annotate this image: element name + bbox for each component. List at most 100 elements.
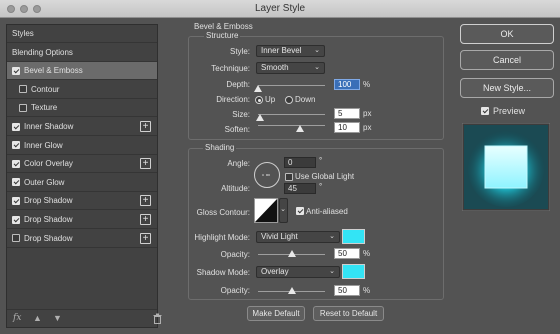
sidebar-item-drop-shadow[interactable]: Drop Shadow + [7, 192, 157, 211]
highlight-color-swatch[interactable] [342, 229, 365, 244]
new-style-button[interactable]: New Style... [460, 78, 554, 98]
sidebar-item-label: Drop Shadow [24, 196, 73, 206]
direction-down-radio[interactable] [285, 96, 293, 104]
shadow-opacity-label: Opacity: [220, 286, 250, 295]
angle-unit: ° [319, 156, 323, 165]
depth-slider[interactable] [258, 85, 325, 86]
direction-up-radio[interactable] [255, 96, 263, 104]
shading-heading: Shading [203, 143, 237, 152]
technique-select[interactable]: Smooth ⌄ [256, 62, 325, 74]
sidebar-item-color-overlay[interactable]: Color Overlay + [7, 155, 157, 174]
highlight-opacity-label: Opacity: [220, 250, 250, 259]
direction-label: Direction: [216, 95, 250, 104]
sidebar-checkbox-drop-shadow[interactable] [12, 196, 20, 205]
size-field[interactable]: 5 [334, 108, 360, 119]
sidebar-item-label: Styles [12, 29, 34, 38]
size-slider[interactable] [258, 114, 325, 115]
fx-button[interactable]: fx [13, 313, 21, 323]
highlight-mode-select[interactable]: Vivid Light ⌄ [256, 231, 340, 243]
shadow-mode-select[interactable]: Overlay ⌄ [256, 266, 340, 278]
soften-slider-thumb[interactable] [296, 125, 304, 132]
sidebar-item-texture[interactable]: Texture [7, 99, 157, 118]
global-light-label[interactable]: Use Global Light [295, 172, 354, 181]
size-label: Size: [232, 110, 250, 119]
sidebar-item-label: Inner Glow [24, 140, 63, 150]
sidebar-checkbox-contour[interactable] [19, 85, 27, 94]
technique-label: Technique: [211, 64, 250, 73]
sidebar-item-label: Texture [31, 103, 58, 113]
global-light-checkbox[interactable] [285, 173, 293, 181]
sidebar-item-inner-shadow[interactable]: Inner Shadow + [7, 118, 157, 136]
layer-style-dialog: Layer Style Styles Blending Options Bevel … [0, 0, 560, 334]
add-effect-plus-icon[interactable]: + [140, 121, 151, 132]
add-effect-plus-icon[interactable]: + [140, 158, 151, 170]
sidebar-checkbox-outer-glow[interactable] [12, 178, 20, 187]
highlight-mode-label: Highlight Mode: [194, 233, 250, 242]
preview-label[interactable]: Preview [493, 106, 525, 116]
shadow-mode-label: Shadow Mode: [196, 268, 250, 277]
add-effect-plus-icon[interactable]: + [140, 232, 151, 244]
sidebar-item-outer-glow[interactable]: Outer Glow [7, 174, 157, 192]
sidebar-item-label: Contour [31, 84, 60, 94]
shadow-color-swatch[interactable] [342, 264, 365, 279]
sidebar-checkbox-inner-glow[interactable] [12, 141, 20, 150]
trash-icon-graphic[interactable] [153, 313, 162, 324]
angle-field[interactable]: 0 [284, 157, 316, 168]
sidebar-checkbox-color-overlay[interactable] [12, 159, 20, 168]
title-bar: Layer Style [0, 0, 560, 18]
sidebar-item-contour[interactable]: Contour [7, 81, 157, 99]
sidebar-item-label: Blending Options [12, 47, 73, 57]
sidebar-item-blending-options[interactable]: Blending Options [7, 44, 157, 62]
sidebar-item-drop-shadow[interactable]: Drop Shadow + [7, 211, 157, 229]
antialiased-checkbox[interactable] [296, 207, 304, 215]
add-effect-plus-icon[interactable]: + [140, 214, 151, 225]
depth-slider-thumb[interactable] [254, 85, 262, 92]
sidebar-checkbox-bevel-emboss[interactable] [12, 66, 20, 75]
make-default-button[interactable]: Make Default [247, 306, 305, 321]
soften-field[interactable]: 10 [334, 122, 360, 133]
sidebar-item-styles[interactable]: Styles [7, 25, 157, 43]
sidebar-item-label: Outer Glow [24, 177, 65, 187]
shadow-opacity-unit: % [363, 286, 371, 295]
sidebar-item-label: Bevel & Emboss [24, 66, 83, 76]
sidebar-item-inner-glow[interactable]: Inner Glow [7, 137, 157, 155]
gloss-contour-dropdown[interactable]: ⌄ [279, 198, 288, 223]
soften-unit: px [363, 123, 372, 132]
sidebar-item-label: Color Overlay [24, 159, 73, 169]
antialiased-label[interactable]: Anti-aliased [306, 207, 348, 216]
shadow-opacity-thumb[interactable] [288, 287, 296, 294]
altitude-field[interactable]: 45 [284, 183, 316, 194]
soften-slider[interactable] [258, 125, 325, 126]
depth-field[interactable]: 100 [334, 79, 360, 90]
angle-dial[interactable] [253, 161, 281, 189]
sidebar-item-bevel-emboss[interactable]: Bevel & Emboss [7, 62, 157, 81]
sidebar-checkbox-drop-shadow[interactable] [12, 215, 20, 224]
size-unit: px [363, 109, 372, 118]
sidebar-item-drop-shadow[interactable]: Drop Shadow + [7, 230, 157, 248]
direction-down-label[interactable]: Down [295, 95, 315, 104]
sidebar-checkbox-drop-shadow[interactable] [12, 234, 20, 243]
style-list-panel: Styles Blending Options Bevel & Emboss Cont… [6, 24, 162, 328]
style-preview-thumbnail [462, 123, 550, 211]
bevel-emboss-heading: Bevel & Emboss [194, 22, 253, 31]
cancel-button[interactable]: Cancel [460, 50, 554, 70]
highlight-opacity-field[interactable]: 50 [334, 248, 360, 259]
arrow-down-icon[interactable]: ▼ [53, 313, 62, 323]
direction-up-label[interactable]: Up [265, 95, 275, 104]
gloss-contour-swatch[interactable] [254, 198, 278, 223]
sidebar-item-label: Inner Shadow [24, 122, 74, 131]
shadow-opacity-field[interactable]: 50 [334, 285, 360, 296]
style-select[interactable]: Inner Bevel ⌄ [256, 45, 325, 57]
sidebar-checkbox-inner-shadow[interactable] [12, 122, 20, 131]
arrow-up-icon[interactable]: ▲ [33, 313, 42, 323]
structure-heading: Structure [204, 31, 241, 40]
ok-button[interactable]: OK [460, 24, 554, 44]
add-effect-plus-icon[interactable]: + [140, 195, 151, 207]
sidebar-checkbox-texture[interactable] [19, 103, 27, 112]
reset-to-default-button[interactable]: Reset to Default [313, 306, 384, 321]
highlight-opacity-thumb[interactable] [288, 250, 296, 257]
size-slider-thumb[interactable] [256, 114, 264, 121]
highlight-opacity-unit: % [363, 249, 371, 258]
gloss-contour-label: Gloss Contour: [196, 208, 250, 217]
preview-checkbox[interactable] [481, 107, 489, 115]
